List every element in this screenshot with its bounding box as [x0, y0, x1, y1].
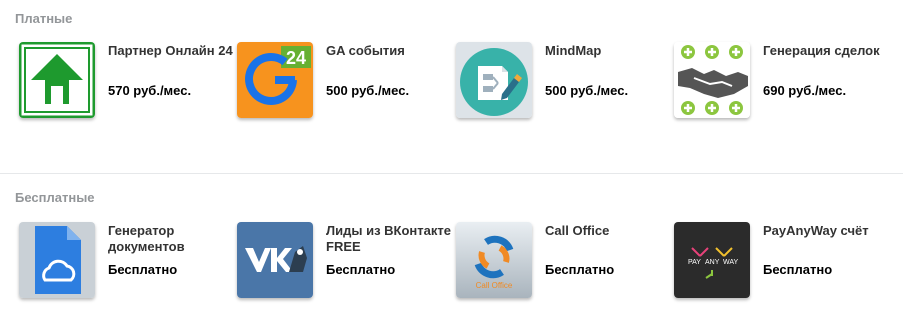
app-card-mindmap[interactable]: MindMap 500 руб./мес. [456, 42, 674, 142]
mindmap-icon [456, 42, 532, 118]
vk-logo-icon [237, 222, 313, 298]
app-name: Call Office [545, 223, 610, 238]
svg-text:ANY: ANY [705, 259, 720, 266]
app-name: Лиды из ВКонтакте FREE [326, 223, 451, 254]
app-price: 500 руб./мес. [545, 83, 629, 98]
paid-apps-section: Платные Партнер Онлайн 24 570 руб./мес. … [0, 0, 903, 173]
app-card-call-office[interactable]: Call Office Call Office Бесплатно [456, 222, 674, 322]
call-office-icon: Call Office [456, 222, 532, 298]
section-title-free: Бесплатные [15, 190, 95, 205]
app-name: Партнер Онлайн 24 [108, 43, 233, 58]
ga-events-icon: 24 [237, 42, 313, 118]
upload-arrow-icon [19, 42, 95, 118]
app-name: PayAnyWay счёт [763, 223, 869, 238]
app-name: MindMap [545, 43, 602, 58]
app-price: Бесплатно [108, 262, 178, 277]
document-cloud-icon [19, 222, 95, 298]
section-title-paid: Платные [15, 11, 73, 26]
payanyway-icon: PAY ANY WAY [674, 222, 750, 298]
app-card-partner-online-24[interactable]: Партнер Онлайн 24 570 руб./мес. [19, 42, 237, 142]
app-card-deal-generation[interactable]: Генерация сделок 690 руб./мес. [674, 42, 892, 142]
app-price: 570 руб./мес. [108, 83, 192, 98]
app-price: Бесплатно [763, 262, 833, 277]
app-card-ga-events[interactable]: 24 GA события 500 руб./мес. [237, 42, 455, 142]
app-card-vk-leads[interactable]: Лиды из ВКонтакте FREE Бесплатно [237, 222, 455, 322]
app-name: Генерация сделок [763, 43, 880, 58]
svg-text:PAY: PAY [688, 259, 701, 266]
handshake-icon [674, 42, 750, 118]
app-price: Бесплатно [545, 262, 615, 277]
free-apps-section: Бесплатные Генератор документов Бесплатн… [0, 174, 903, 310]
app-price: 500 руб./мес. [326, 83, 410, 98]
svg-text:WAY: WAY [723, 259, 738, 266]
app-price: 690 руб./мес. [763, 83, 847, 98]
svg-text:Call Office: Call Office [476, 281, 513, 290]
svg-text:24: 24 [286, 48, 306, 68]
app-price: Бесплатно [326, 262, 396, 277]
app-name: GA события [326, 43, 405, 58]
app-card-payanyway[interactable]: PAY ANY WAY PayAnyWay счёт Бесплатно [674, 222, 892, 322]
app-card-document-generator[interactable]: Генератор документов Бесплатно [19, 222, 237, 322]
app-name: Генератор документов [108, 223, 185, 254]
